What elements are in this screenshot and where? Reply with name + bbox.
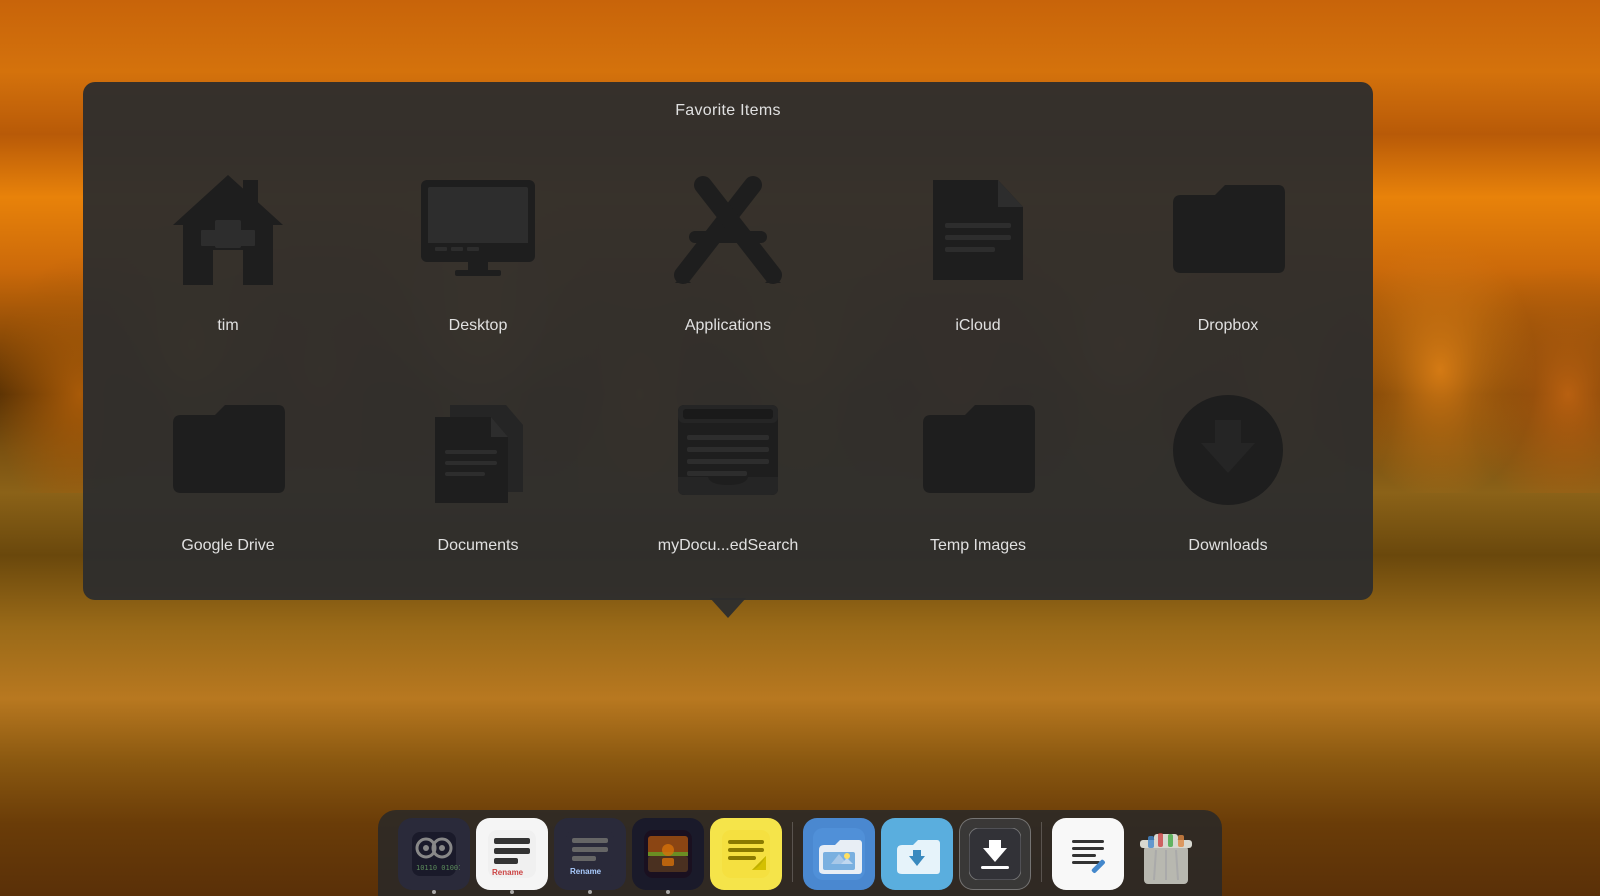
dock-dot-rename2 bbox=[588, 890, 592, 894]
items-grid: tim Desktop bbox=[113, 140, 1343, 570]
dock: 10110 01001 Rename Rename bbox=[378, 810, 1222, 896]
dock-icon-textedit bbox=[1052, 818, 1124, 890]
grid-item-desktop[interactable]: Desktop bbox=[363, 140, 593, 350]
dock-divider bbox=[792, 822, 793, 882]
popup-arrow bbox=[710, 598, 746, 618]
grid-item-applications[interactable]: Applications bbox=[613, 140, 843, 350]
grid-item-dropbox[interactable]: Dropbox bbox=[1113, 140, 1343, 350]
dock-item-rename1[interactable]: Rename bbox=[476, 818, 548, 896]
dock-icon-photos bbox=[803, 818, 875, 890]
dock-item-binary[interactable]: 10110 01001 bbox=[398, 818, 470, 896]
dock-divider-2 bbox=[1041, 822, 1042, 882]
dock-item-downloads-folder[interactable] bbox=[881, 818, 953, 896]
dock-item-trash[interactable] bbox=[1130, 818, 1202, 896]
dock-item-image-capture[interactable] bbox=[632, 818, 704, 896]
temp-images-icon bbox=[903, 375, 1053, 525]
dock-icon-rename1: Rename bbox=[476, 818, 548, 890]
desktop-label: Desktop bbox=[449, 317, 508, 335]
svg-text:10110 01001: 10110 01001 bbox=[416, 864, 460, 872]
downloads-label: Downloads bbox=[1188, 537, 1267, 555]
dropbox-label: Dropbox bbox=[1198, 317, 1258, 335]
applications-icon bbox=[653, 155, 803, 305]
documents-label: Documents bbox=[438, 537, 519, 555]
icloud-icon bbox=[903, 155, 1053, 305]
dock-dot-image-capture bbox=[666, 890, 670, 894]
grid-item-tim[interactable]: tim bbox=[113, 140, 343, 350]
dock-dot-binary bbox=[432, 890, 436, 894]
svg-text:Rename: Rename bbox=[492, 868, 524, 877]
svg-text:Rename: Rename bbox=[570, 867, 602, 876]
dock-item-photos[interactable] bbox=[803, 818, 875, 896]
mydocu-label: myDocu...edSearch bbox=[658, 537, 799, 555]
grid-item-temp-images[interactable]: Temp Images bbox=[863, 360, 1093, 570]
dock-icon-rename2: Rename bbox=[554, 818, 626, 890]
desktop-icon bbox=[403, 155, 553, 305]
dock-item-rename2[interactable]: Rename bbox=[554, 818, 626, 896]
documents-icon bbox=[403, 375, 553, 525]
grid-item-google-drive[interactable]: Google Drive bbox=[113, 360, 343, 570]
temp-images-label: Temp Images bbox=[930, 537, 1026, 555]
applications-label: Applications bbox=[685, 317, 771, 335]
dropbox-icon bbox=[1153, 155, 1303, 305]
favorite-items-popup: Favorite Items tim bbox=[83, 82, 1373, 600]
google-drive-icon bbox=[153, 375, 303, 525]
tim-label: tim bbox=[217, 317, 238, 335]
dock-icon-stickies bbox=[710, 818, 782, 890]
dock-item-stack[interactable] bbox=[959, 818, 1031, 896]
dock-icon-stack bbox=[959, 818, 1031, 890]
grid-item-downloads[interactable]: Downloads bbox=[1113, 360, 1343, 570]
dock-dot-rename1 bbox=[510, 890, 514, 894]
tim-icon bbox=[153, 155, 303, 305]
downloads-icon bbox=[1153, 375, 1303, 525]
dock-item-stickies[interactable] bbox=[710, 818, 782, 896]
google-drive-label: Google Drive bbox=[181, 537, 274, 555]
mydocu-icon bbox=[653, 375, 803, 525]
grid-item-mydocu[interactable]: myDocu...edSearch bbox=[613, 360, 843, 570]
popup-title: Favorite Items bbox=[113, 102, 1343, 120]
grid-item-icloud[interactable]: iCloud bbox=[863, 140, 1093, 350]
dock-icon-trash bbox=[1130, 818, 1202, 890]
dock-icon-image-capture bbox=[632, 818, 704, 890]
icloud-label: iCloud bbox=[955, 317, 1000, 335]
grid-item-documents[interactable]: Documents bbox=[363, 360, 593, 570]
dock-item-textedit[interactable] bbox=[1052, 818, 1124, 896]
dock-icon-downloads-folder bbox=[881, 818, 953, 890]
dock-icon-binary: 10110 01001 bbox=[398, 818, 470, 890]
